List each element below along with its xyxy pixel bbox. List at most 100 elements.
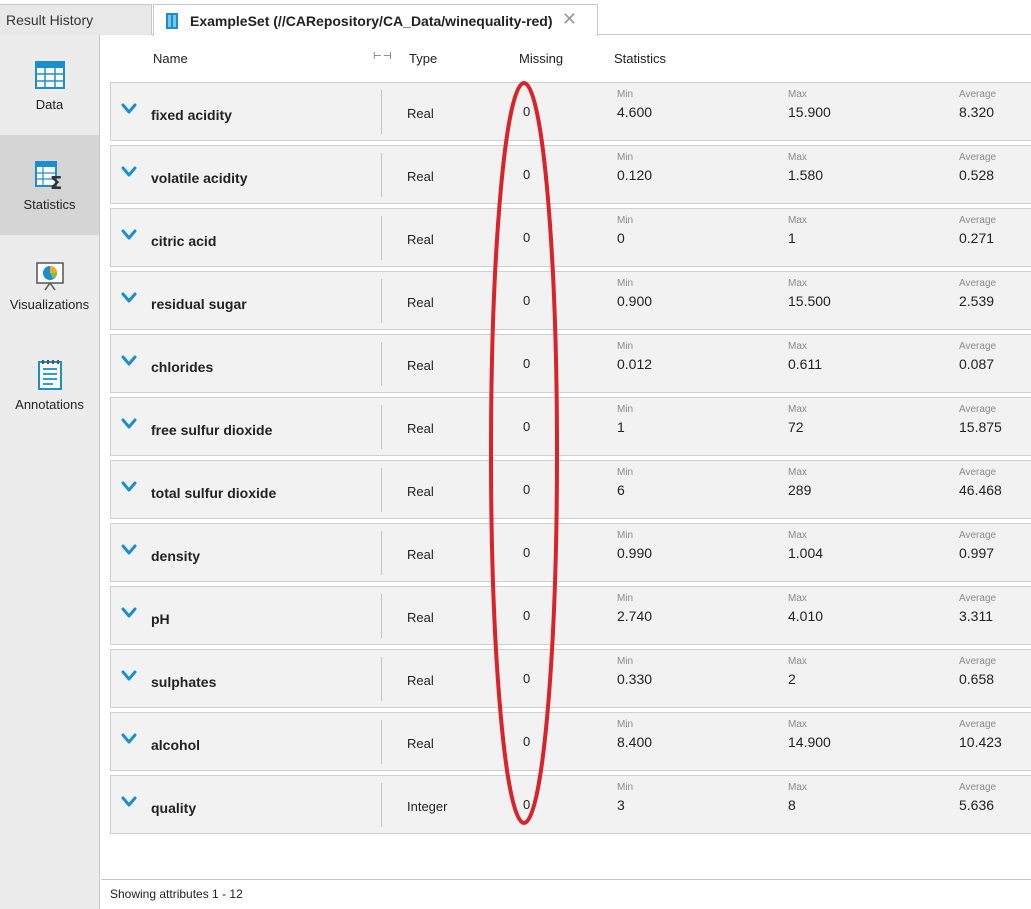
attribute-row[interactable]: total sulfur dioxide Real 0 Min 6 Max 28… — [110, 460, 1031, 519]
column-divider — [381, 657, 382, 701]
stat-label-min: Min — [617, 215, 634, 226]
stat-label-max: Max — [788, 89, 807, 100]
attribute-name: quality — [151, 800, 197, 816]
chevron-down-icon[interactable] — [121, 796, 137, 808]
header-type[interactable]: Type — [409, 51, 437, 66]
stat-label-max: Max — [788, 341, 807, 352]
stat-label-max: Max — [788, 404, 807, 415]
stat-value-average: 2.539 — [959, 293, 995, 309]
sidebar-item-visualizations[interactable]: Visualizations — [0, 235, 99, 335]
attribute-name: sulphates — [151, 674, 217, 690]
attribute-name: volatile acidity — [151, 170, 248, 186]
chevron-down-icon[interactable] — [121, 229, 137, 241]
stat-value-average: 10.423 — [959, 734, 1002, 750]
column-divider — [381, 405, 382, 449]
attribute-missing: 0 — [523, 167, 531, 182]
stat-value-average: 46.468 — [959, 482, 1002, 498]
attribute-row[interactable]: residual sugar Real 0 Min 0.900 Max 15.5… — [110, 271, 1031, 330]
column-divider — [381, 279, 382, 323]
attribute-missing: 0 — [523, 482, 531, 497]
sidebar-item-label: Annotations — [15, 397, 84, 412]
attribute-name: fixed acidity — [151, 107, 232, 123]
attribute-type: Real — [407, 421, 434, 436]
attribute-name: density — [151, 548, 201, 564]
stat-label-max: Max — [788, 656, 807, 667]
attribute-row[interactable]: volatile acidity Real 0 Min 0.120 Max 1.… — [110, 145, 1031, 204]
stat-label-max: Max — [788, 152, 807, 163]
tab-exampleset[interactable]: ExampleSet (//CARepository/CA_Data/wineq… — [153, 4, 598, 36]
attribute-row[interactable]: fixed acidity Real 0 Min 4.600 Max 15.90… — [110, 82, 1031, 141]
stat-value-average: 0.528 — [959, 167, 995, 183]
stat-value-min: 3 — [617, 797, 625, 813]
chevron-down-icon[interactable] — [121, 607, 137, 619]
stat-value-max: 15.500 — [788, 293, 831, 309]
sidebar-item-annotations[interactable]: Annotations — [0, 335, 99, 435]
attribute-row[interactable]: free sulfur dioxide Real 0 Min 1 Max 72 … — [110, 397, 1031, 456]
chevron-down-icon[interactable] — [121, 103, 137, 115]
attribute-type: Real — [407, 610, 434, 625]
stat-value-max: 0.611 — [788, 356, 822, 372]
chevron-down-icon[interactable] — [121, 733, 137, 745]
statistics-icon: Σ — [34, 161, 62, 191]
attribute-row[interactable]: pH Real 0 Min 2.740 Max 4.010 Average 3.… — [110, 586, 1031, 645]
attribute-type: Real — [407, 295, 434, 310]
attribute-missing: 0 — [523, 734, 531, 749]
stat-label-average: Average — [959, 593, 997, 604]
stat-value-min: 0.330 — [617, 671, 653, 687]
stat-label-max: Max — [788, 530, 807, 541]
stat-value-max: 72 — [788, 419, 804, 435]
stat-value-min: 2.740 — [617, 608, 653, 624]
chevron-down-icon[interactable] — [121, 670, 137, 682]
chevron-down-icon[interactable] — [121, 292, 137, 304]
chevron-down-icon[interactable] — [121, 481, 137, 493]
attribute-row[interactable]: density Real 0 Min 0.990 Max 1.004 Avera… — [110, 523, 1031, 582]
tab-label: Result History — [6, 12, 94, 28]
stat-value-average: 0.271 — [959, 230, 995, 246]
header-name[interactable]: Name — [153, 51, 188, 66]
attribute-row[interactable]: citric acid Real 0 Min 0 Max 1 Average 0… — [110, 208, 1031, 267]
stat-label-min: Min — [617, 404, 634, 415]
attribute-missing: 0 — [523, 797, 531, 812]
attribute-type: Real — [407, 484, 434, 499]
stat-value-average: 3.311 — [959, 608, 993, 624]
attribute-type: Real — [407, 547, 434, 562]
chevron-down-icon[interactable] — [121, 418, 137, 430]
attribute-name: citric acid — [151, 233, 217, 249]
chevron-down-icon[interactable] — [121, 355, 137, 367]
close-icon[interactable]: ✕ — [562, 9, 577, 30]
stat-value-min: 0 — [617, 230, 625, 246]
stat-value-max: 8 — [788, 797, 796, 813]
table-document-icon — [166, 12, 178, 29]
stat-value-average: 15.875 — [959, 419, 1002, 435]
stat-label-max: Max — [788, 593, 807, 604]
status-footer: Showing attributes 1 - 12 — [101, 879, 1031, 909]
tab-bar: Result History ExampleSet (//CARepositor… — [0, 0, 1031, 36]
column-divider — [381, 468, 382, 512]
attribute-missing: 0 — [523, 356, 531, 371]
attribute-row[interactable]: chlorides Real 0 Min 0.012 Max 0.611 Ave… — [110, 334, 1031, 393]
stat-value-min: 4.600 — [617, 104, 653, 120]
stat-label-max: Max — [788, 215, 807, 226]
attribute-type: Integer — [407, 799, 448, 814]
view-sidebar: Data Σ Statistics Visualizations Annotat… — [0, 35, 100, 909]
chevron-down-icon[interactable] — [121, 166, 137, 178]
attribute-name: alcohol — [151, 737, 201, 753]
sidebar-item-statistics[interactable]: Σ Statistics — [0, 135, 99, 235]
header-statistics[interactable]: Statistics — [614, 51, 666, 66]
attribute-missing: 0 — [523, 545, 531, 560]
attribute-row[interactable]: quality Integer 0 Min 3 Max 8 Average 5.… — [110, 775, 1031, 834]
stat-label-average: Average — [959, 782, 997, 793]
stat-label-average: Average — [959, 530, 997, 541]
column-resize-icon[interactable]: ⊢⊣ — [373, 51, 391, 63]
attribute-row[interactable]: sulphates Real 0 Min 0.330 Max 2 Average… — [110, 649, 1031, 708]
column-divider — [381, 90, 382, 134]
header-missing[interactable]: Missing — [519, 51, 563, 66]
tab-result-history[interactable]: Result History — [0, 4, 152, 35]
stat-label-average: Average — [959, 89, 997, 100]
attribute-missing: 0 — [523, 671, 531, 686]
stat-value-min: 0.120 — [617, 167, 653, 183]
sidebar-item-data[interactable]: Data — [0, 35, 99, 135]
attribute-row[interactable]: alcohol Real 0 Min 8.400 Max 14.900 Aver… — [110, 712, 1031, 771]
column-divider — [381, 216, 382, 260]
chevron-down-icon[interactable] — [121, 544, 137, 556]
